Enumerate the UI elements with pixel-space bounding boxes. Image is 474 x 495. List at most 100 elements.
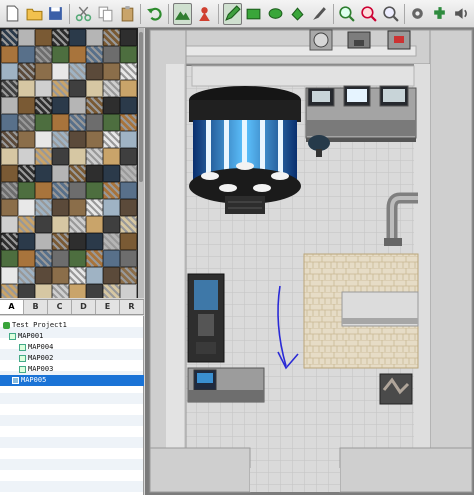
tileset-tile[interactable]: [1, 29, 18, 46]
tileset-tile[interactable]: [69, 165, 86, 182]
tileset-tile[interactable]: [120, 63, 137, 80]
paste-button[interactable]: [118, 3, 137, 25]
tileset-tile[interactable]: [52, 80, 69, 97]
tileset-tile[interactable]: [1, 63, 18, 80]
copy-button[interactable]: [96, 3, 115, 25]
tileset-tile[interactable]: [52, 63, 69, 80]
tileset-tile[interactable]: [69, 182, 86, 199]
tileset-tile[interactable]: [103, 46, 120, 63]
tileset-tile[interactable]: [86, 80, 103, 97]
tileset-tile[interactable]: [18, 80, 35, 97]
tileset-tile[interactable]: [1, 165, 18, 182]
tileset-tile[interactable]: [69, 46, 86, 63]
tileset-tile[interactable]: [18, 148, 35, 165]
tileset-tile[interactable]: [120, 114, 137, 131]
tileset-tile[interactable]: [1, 250, 18, 267]
tileset-tile[interactable]: [69, 114, 86, 131]
fill-button[interactable]: [288, 3, 307, 25]
tileset-palette[interactable]: [0, 28, 144, 298]
tileset-tile[interactable]: [18, 29, 35, 46]
cut-button[interactable]: [74, 3, 93, 25]
tileset-tile[interactable]: [1, 267, 18, 284]
tileset-tile[interactable]: [52, 97, 69, 114]
tileset-tile[interactable]: [35, 114, 52, 131]
tileset-tile[interactable]: [86, 114, 103, 131]
tileset-tile[interactable]: [120, 199, 137, 216]
tileset-tile[interactable]: [120, 182, 137, 199]
tab-b[interactable]: B: [24, 300, 48, 314]
tileset-tile[interactable]: [103, 182, 120, 199]
tileset-tile[interactable]: [120, 97, 137, 114]
tileset-tile[interactable]: [18, 250, 35, 267]
tab-a[interactable]: A: [0, 300, 24, 314]
tileset-tile[interactable]: [103, 29, 120, 46]
tab-e[interactable]: E: [96, 300, 120, 314]
tileset-tile[interactable]: [1, 216, 18, 233]
tree-map-item[interactable]: MAP004: [19, 342, 53, 353]
tileset-tile[interactable]: [120, 284, 137, 298]
tileset-tile[interactable]: [120, 29, 137, 46]
shadow-pen-button[interactable]: [310, 3, 329, 25]
tileset-tile[interactable]: [69, 63, 86, 80]
tileset-tile[interactable]: [35, 233, 52, 250]
tileset-tile[interactable]: [52, 233, 69, 250]
tileset-tile[interactable]: [18, 216, 35, 233]
tileset-tile[interactable]: [18, 114, 35, 131]
tileset-tile[interactable]: [1, 46, 18, 63]
tileset-tile[interactable]: [103, 80, 120, 97]
tileset-tile[interactable]: [18, 233, 35, 250]
tileset-tile[interactable]: [69, 148, 86, 165]
undo-button[interactable]: [145, 3, 164, 25]
tileset-tile[interactable]: [69, 250, 86, 267]
tileset-tile[interactable]: [120, 216, 137, 233]
tileset-tile[interactable]: [52, 29, 69, 46]
tileset-tile[interactable]: [86, 233, 103, 250]
tileset-tile[interactable]: [69, 131, 86, 148]
tileset-tile[interactable]: [18, 46, 35, 63]
tileset-tile[interactable]: [103, 97, 120, 114]
tab-d[interactable]: D: [72, 300, 96, 314]
event-mode-button[interactable]: [195, 3, 214, 25]
tileset-tile[interactable]: [69, 284, 86, 298]
settings-button[interactable]: [409, 3, 428, 25]
tileset-scrollbar[interactable]: [138, 28, 144, 298]
tileset-tile[interactable]: [18, 182, 35, 199]
tileset-tile[interactable]: [103, 267, 120, 284]
tree-map-root[interactable]: MAP001: [9, 331, 43, 342]
tileset-tile[interactable]: [35, 29, 52, 46]
zoom-out-button[interactable]: [359, 3, 378, 25]
tileset-tile[interactable]: [1, 80, 18, 97]
tileset-tile[interactable]: [103, 284, 120, 298]
tileset-tile[interactable]: [120, 131, 137, 148]
tileset-tile[interactable]: [35, 182, 52, 199]
tileset-tile[interactable]: [52, 284, 69, 298]
tileset-tile[interactable]: [86, 250, 103, 267]
tileset-tile[interactable]: [1, 182, 18, 199]
tree-map-item[interactable]: MAP002: [19, 353, 53, 364]
tileset-tile[interactable]: [120, 148, 137, 165]
tileset-tile[interactable]: [86, 131, 103, 148]
map-view[interactable]: [148, 28, 474, 495]
tileset-tile[interactable]: [52, 250, 69, 267]
tileset-tile[interactable]: [35, 63, 52, 80]
tree-map-item[interactable]: MAP003: [19, 364, 53, 375]
tileset-tile[interactable]: [52, 199, 69, 216]
tileset-tile[interactable]: [52, 165, 69, 182]
zoom-actual-button[interactable]: [381, 3, 400, 25]
tileset-tile[interactable]: [52, 114, 69, 131]
tileset-tile[interactable]: [86, 46, 103, 63]
tileset-tile[interactable]: [18, 165, 35, 182]
tileset-tile[interactable]: [86, 216, 103, 233]
map-canvas[interactable]: [145, 28, 474, 495]
tileset-tile[interactable]: [120, 46, 137, 63]
tileset-tile[interactable]: [86, 148, 103, 165]
tileset-tile[interactable]: [1, 199, 18, 216]
tileset-tile[interactable]: [103, 165, 120, 182]
tileset-tile[interactable]: [35, 97, 52, 114]
tileset-tile[interactable]: [120, 267, 137, 284]
tileset-tile[interactable]: [52, 216, 69, 233]
tileset-tile[interactable]: [69, 233, 86, 250]
tileset-tile[interactable]: [103, 148, 120, 165]
tileset-tile[interactable]: [52, 131, 69, 148]
tree-map-item-selected[interactable]: MAP005: [0, 375, 144, 386]
